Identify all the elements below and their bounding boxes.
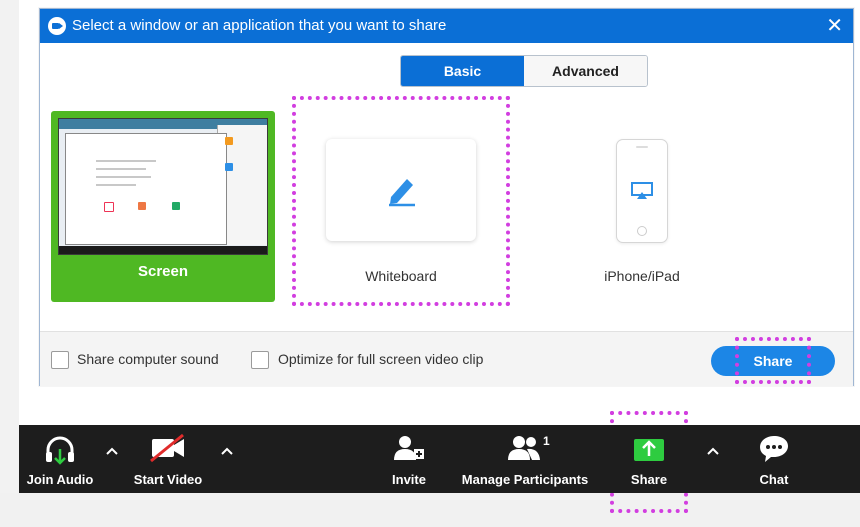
whiteboard-highlight xyxy=(292,96,510,306)
invite-label: Invite xyxy=(392,472,426,487)
share-computer-sound-label: Share computer sound xyxy=(77,351,219,367)
screen-option-label: Screen xyxy=(137,263,189,280)
share-mode-tabs: Basic Advanced xyxy=(400,55,648,87)
iphone-ipad-option-label: iPhone/iPad xyxy=(604,268,680,284)
zoom-logo-icon xyxy=(48,17,66,35)
start-video-button[interactable]: Start Video xyxy=(127,425,209,493)
chevron-up-icon[interactable] xyxy=(219,443,235,459)
chat-icon xyxy=(760,436,788,462)
meeting-toolbar: Join Audio Start Video Invite 1 Manage P… xyxy=(19,425,860,493)
join-audio-label: Join Audio xyxy=(26,472,94,487)
airplay-icon xyxy=(631,182,653,199)
share-label: Share xyxy=(630,472,668,487)
dialog-titlebar: Select a window or an application that y… xyxy=(40,9,853,43)
join-audio-button[interactable]: Join Audio xyxy=(19,425,101,493)
share-option-screen[interactable]: Screen xyxy=(51,111,275,302)
invite-button[interactable]: Invite xyxy=(381,425,437,493)
close-icon[interactable]: ✕ xyxy=(826,13,843,38)
headphones-icon xyxy=(46,436,74,465)
participants-icon xyxy=(508,436,540,460)
optimize-video-checkbox[interactable] xyxy=(251,351,269,369)
video-off-icon xyxy=(150,433,184,463)
manage-participants-button[interactable]: 1 Manage Participants xyxy=(455,425,595,493)
chevron-up-icon[interactable] xyxy=(705,443,721,459)
participants-count: 1 xyxy=(543,434,550,448)
share-option-iphone-ipad[interactable] xyxy=(616,139,668,243)
background-bottom xyxy=(0,493,860,527)
dialog-footer: Share computer sound Optimize for full s… xyxy=(40,331,853,386)
chat-label: Chat xyxy=(759,472,789,487)
manage-participants-label: Manage Participants xyxy=(461,472,589,487)
share-screen-button[interactable]: Share xyxy=(624,425,674,493)
add-user-icon xyxy=(394,436,424,460)
tab-basic[interactable]: Basic xyxy=(401,56,524,86)
optimize-video-label: Optimize for full screen video clip xyxy=(278,351,484,367)
dialog-title: Select a window or an application that y… xyxy=(72,17,447,34)
start-video-label: Start Video xyxy=(133,472,203,487)
share-computer-sound-checkbox[interactable] xyxy=(51,351,69,369)
share-button-highlight xyxy=(735,337,811,384)
screen-preview-thumbnail xyxy=(58,118,268,255)
tab-advanced[interactable]: Advanced xyxy=(524,56,647,86)
background-left xyxy=(0,0,19,527)
chevron-up-icon[interactable] xyxy=(104,443,120,459)
share-screen-icon xyxy=(634,439,664,461)
chat-button[interactable]: Chat xyxy=(749,425,799,493)
